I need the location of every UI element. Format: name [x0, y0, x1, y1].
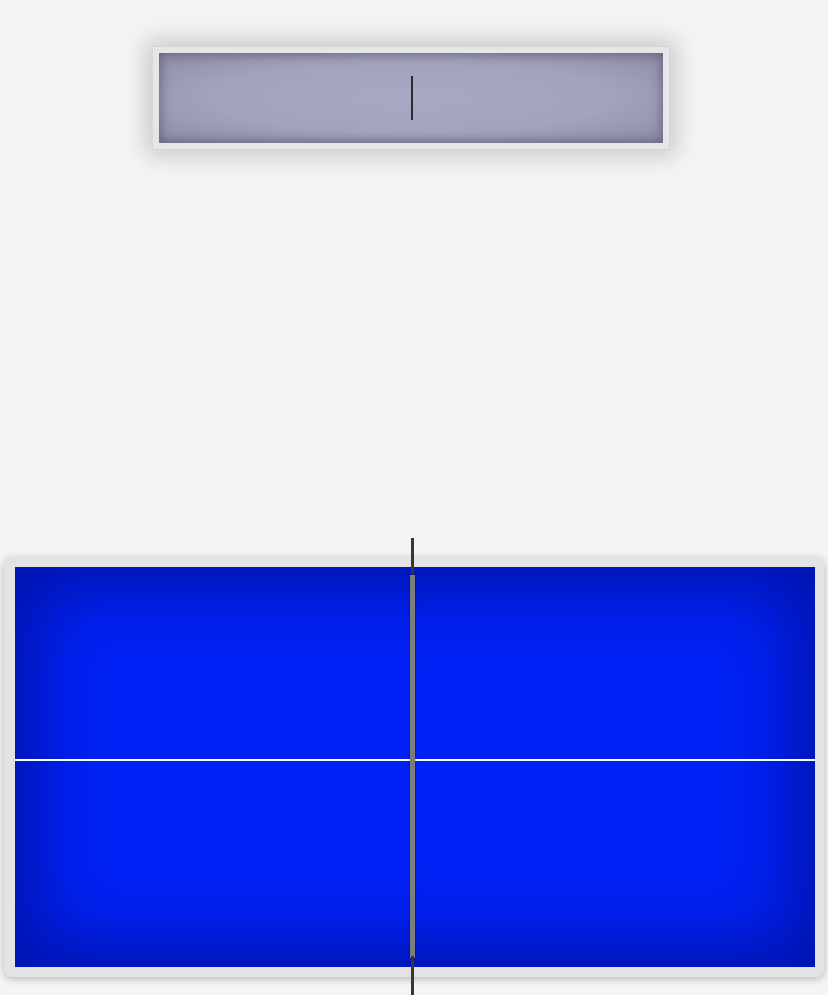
net-post-top [411, 538, 414, 578]
table-center-line [15, 759, 815, 761]
net-post-bottom [411, 956, 414, 995]
player-left-score [199, 77, 399, 117]
table-surface[interactable] [15, 567, 815, 967]
player-right-score [423, 77, 623, 117]
score-divider [411, 76, 413, 120]
net [410, 575, 415, 958]
